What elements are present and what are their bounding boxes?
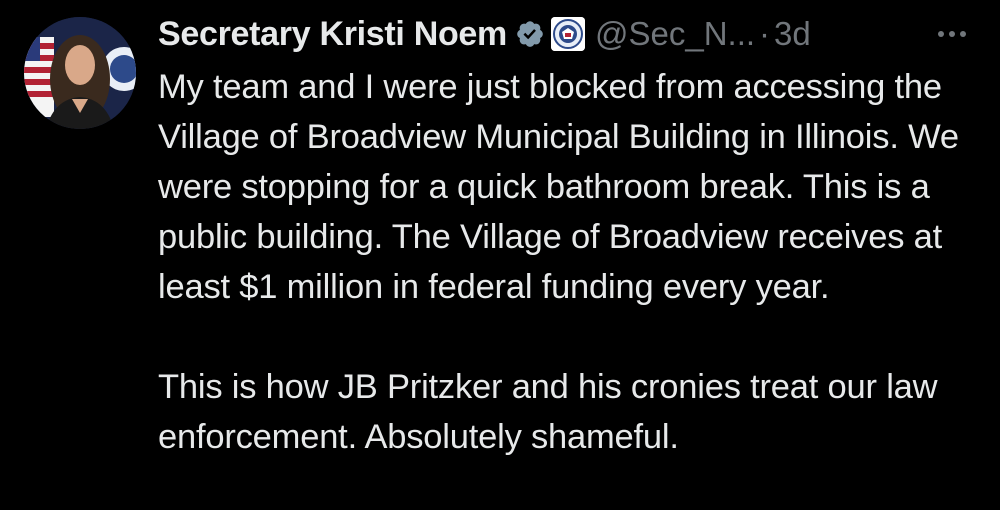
post[interactable]: Secretary Kristi Noem @Sec_N... · 3d My … bbox=[0, 0, 1000, 510]
dhs-seal-icon[interactable] bbox=[550, 17, 585, 51]
post-text: My team and I were just blocked from acc… bbox=[158, 62, 988, 462]
post-header: Secretary Kristi Noem @Sec_N... · 3d bbox=[158, 10, 988, 58]
author-handle[interactable]: @Sec_N... bbox=[595, 15, 755, 53]
more-dot bbox=[960, 31, 966, 37]
separator-dot: · bbox=[759, 15, 771, 52]
post-timestamp[interactable]: 3d bbox=[774, 15, 811, 53]
more-dot bbox=[938, 31, 944, 37]
post-paragraph: This is how JB Pritzker and his cronies … bbox=[158, 368, 938, 456]
verified-badge-icon[interactable] bbox=[515, 19, 545, 49]
more-options-icon[interactable] bbox=[938, 10, 966, 58]
author-display-name[interactable]: Secretary Kristi Noem bbox=[158, 15, 507, 54]
post-paragraph: My team and I were just blocked from acc… bbox=[158, 68, 959, 306]
more-dot bbox=[949, 31, 955, 37]
profile-avatar[interactable] bbox=[24, 17, 136, 129]
